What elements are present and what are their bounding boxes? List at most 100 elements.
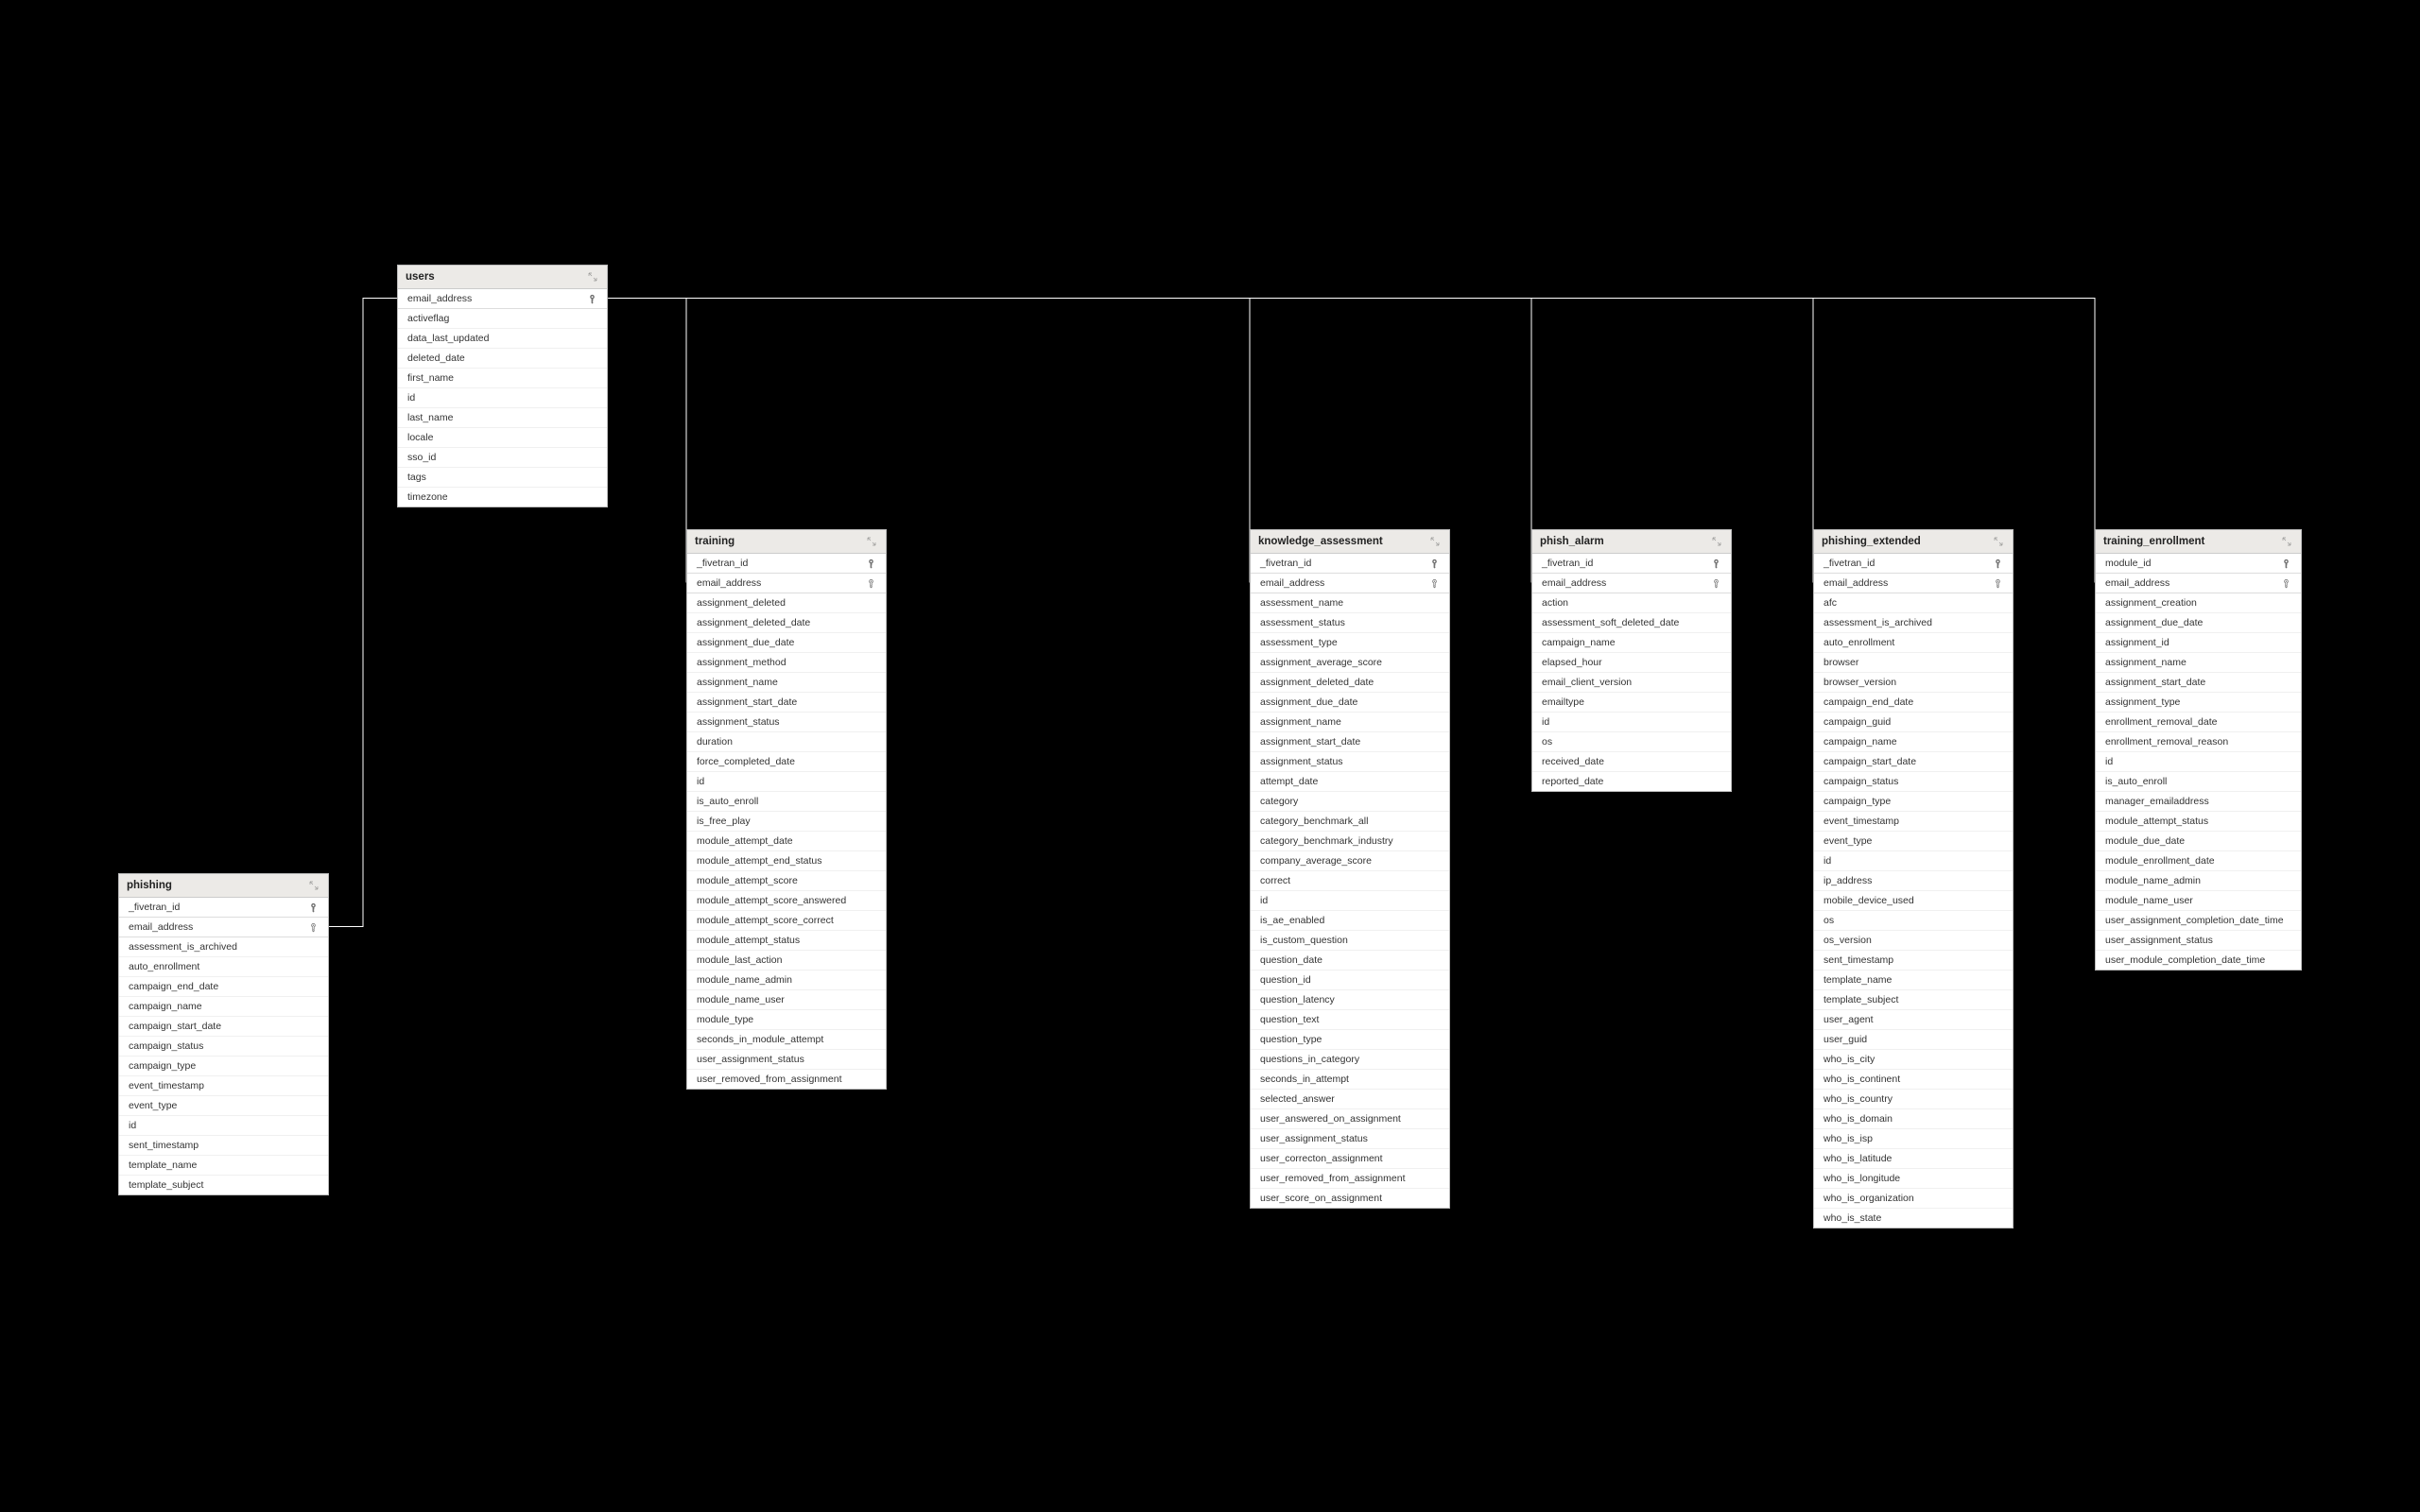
table-row[interactable]: user_score_on_assignment	[1251, 1189, 1449, 1208]
table-row[interactable]: selected_answer	[1251, 1090, 1449, 1109]
expand-icon[interactable]	[1992, 535, 2005, 548]
table-row[interactable]: module_name_admin	[2096, 871, 2301, 891]
table-row[interactable]: campaign_type	[119, 1057, 328, 1076]
table-row[interactable]: user_guid	[1814, 1030, 2013, 1050]
table-row[interactable]: category_benchmark_all	[1251, 812, 1449, 832]
table-row[interactable]: is_ae_enabled	[1251, 911, 1449, 931]
table-row[interactable]: question_id	[1251, 971, 1449, 990]
table-row[interactable]: campaign_name	[119, 997, 328, 1017]
table-row[interactable]: os	[1814, 911, 2013, 931]
table-row[interactable]: assignment_status	[1251, 752, 1449, 772]
table-row[interactable]: user_assignment_status	[1251, 1129, 1449, 1149]
table-row[interactable]: module_attempt_score_correct	[687, 911, 886, 931]
table-row[interactable]: manager_emailaddress	[2096, 792, 2301, 812]
table-row[interactable]: campaign_status	[1814, 772, 2013, 792]
table-row[interactable]: campaign_status	[119, 1037, 328, 1057]
table-row[interactable]: is_auto_enroll	[687, 792, 886, 812]
table-row[interactable]: enrollment_removal_reason	[2096, 732, 2301, 752]
table-row[interactable]: email_address	[398, 289, 607, 309]
table-row[interactable]: id	[1814, 851, 2013, 871]
table-row[interactable]: email_address	[1814, 574, 2013, 593]
table-row[interactable]: who_is_latitude	[1814, 1149, 2013, 1169]
table-phishing[interactable]: phishing_fivetran_idemail_addressassessm…	[118, 873, 329, 1195]
table-row[interactable]: seconds_in_module_attempt	[687, 1030, 886, 1050]
table-row[interactable]: email_client_version	[1532, 673, 1731, 693]
table-row[interactable]: module_type	[687, 1010, 886, 1030]
table-row[interactable]: category	[1251, 792, 1449, 812]
table-row[interactable]: is_auto_enroll	[2096, 772, 2301, 792]
table-row[interactable]: module_due_date	[2096, 832, 2301, 851]
table-row[interactable]: assessment_status	[1251, 613, 1449, 633]
table-row[interactable]: event_timestamp	[1814, 812, 2013, 832]
table-row[interactable]: assignment_start_date	[1251, 732, 1449, 752]
expand-icon[interactable]	[1428, 535, 1442, 548]
table-row[interactable]: assignment_id	[2096, 633, 2301, 653]
table-row[interactable]: auto_enrollment	[1814, 633, 2013, 653]
table-row[interactable]: user_assignment_status	[687, 1050, 886, 1070]
table-header[interactable]: training_enrollment	[2096, 530, 2301, 554]
table-knowledge_assessment[interactable]: knowledge_assessment_fivetran_idemail_ad…	[1250, 529, 1450, 1209]
table-row[interactable]: campaign_start_date	[1814, 752, 2013, 772]
table-row[interactable]: module_attempt_score	[687, 871, 886, 891]
table-training_enrollment[interactable]: training_enrollmentmodule_idemail_addres…	[2095, 529, 2302, 971]
table-row[interactable]: module_attempt_status	[687, 931, 886, 951]
table-row[interactable]: campaign_name	[1532, 633, 1731, 653]
table-row[interactable]: user_removed_from_assignment	[687, 1070, 886, 1089]
table-row[interactable]: id	[119, 1116, 328, 1136]
table-row[interactable]: module_name_admin	[687, 971, 886, 990]
table-row[interactable]: assignment_start_date	[2096, 673, 2301, 693]
table-row[interactable]: sent_timestamp	[1814, 951, 2013, 971]
table-row[interactable]: user_module_completion_date_time	[2096, 951, 2301, 970]
table-row[interactable]: os_version	[1814, 931, 2013, 951]
table-row[interactable]: id	[398, 388, 607, 408]
table-row[interactable]: campaign_end_date	[119, 977, 328, 997]
table-row[interactable]: assessment_name	[1251, 593, 1449, 613]
table-row[interactable]: received_date	[1532, 752, 1731, 772]
table-row[interactable]: seconds_in_attempt	[1251, 1070, 1449, 1090]
table-row[interactable]: who_is_longitude	[1814, 1169, 2013, 1189]
table-row[interactable]: who_is_domain	[1814, 1109, 2013, 1129]
table-row[interactable]: event_timestamp	[119, 1076, 328, 1096]
table-row[interactable]: user_removed_from_assignment	[1251, 1169, 1449, 1189]
table-row[interactable]: module_enrollment_date	[2096, 851, 2301, 871]
table-row[interactable]: campaign_type	[1814, 792, 2013, 812]
table-row[interactable]: last_name	[398, 408, 607, 428]
table-row[interactable]: id	[2096, 752, 2301, 772]
table-row[interactable]: email_address	[1532, 574, 1731, 593]
table-header[interactable]: phishing	[119, 874, 328, 898]
table-row[interactable]: assignment_creation	[2096, 593, 2301, 613]
table-row[interactable]: browser_version	[1814, 673, 2013, 693]
table-row[interactable]: attempt_date	[1251, 772, 1449, 792]
table-users[interactable]: usersemail_addressactiveflagdata_last_up…	[397, 265, 608, 507]
expand-icon[interactable]	[2280, 535, 2293, 548]
table-row[interactable]: afc	[1814, 593, 2013, 613]
table-row[interactable]: question_text	[1251, 1010, 1449, 1030]
table-row[interactable]: assignment_average_score	[1251, 653, 1449, 673]
table-row[interactable]: module_attempt_date	[687, 832, 886, 851]
table-row[interactable]: who_is_continent	[1814, 1070, 2013, 1090]
table-row[interactable]: deleted_date	[398, 349, 607, 369]
table-phishing_extended[interactable]: phishing_extended_fivetran_idemail_addre…	[1813, 529, 2014, 1228]
table-row[interactable]: template_subject	[1814, 990, 2013, 1010]
table-row[interactable]: who_is_city	[1814, 1050, 2013, 1070]
table-row[interactable]: event_type	[1814, 832, 2013, 851]
table-row[interactable]: email_address	[687, 574, 886, 593]
table-row[interactable]: assignment_due_date	[687, 633, 886, 653]
table-row[interactable]: event_type	[119, 1096, 328, 1116]
table-row[interactable]: user_assignment_status	[2096, 931, 2301, 951]
table-row[interactable]: who_is_country	[1814, 1090, 2013, 1109]
table-row[interactable]: _fivetran_id	[1532, 554, 1731, 574]
table-row[interactable]: _fivetran_id	[687, 554, 886, 574]
table-row[interactable]: id	[687, 772, 886, 792]
table-row[interactable]: module_attempt_end_status	[687, 851, 886, 871]
table-row[interactable]: user_assignment_completion_date_time	[2096, 911, 2301, 931]
table-row[interactable]: data_last_updated	[398, 329, 607, 349]
table-row[interactable]: module_name_user	[2096, 891, 2301, 911]
table-row[interactable]: assessment_soft_deleted_date	[1532, 613, 1731, 633]
table-row[interactable]: sent_timestamp	[119, 1136, 328, 1156]
table-row[interactable]: module_attempt_score_answered	[687, 891, 886, 911]
table-row[interactable]: template_name	[119, 1156, 328, 1176]
table-row[interactable]: assignment_name	[687, 673, 886, 693]
table-row[interactable]: user_correcton_assignment	[1251, 1149, 1449, 1169]
table-row[interactable]: correct	[1251, 871, 1449, 891]
